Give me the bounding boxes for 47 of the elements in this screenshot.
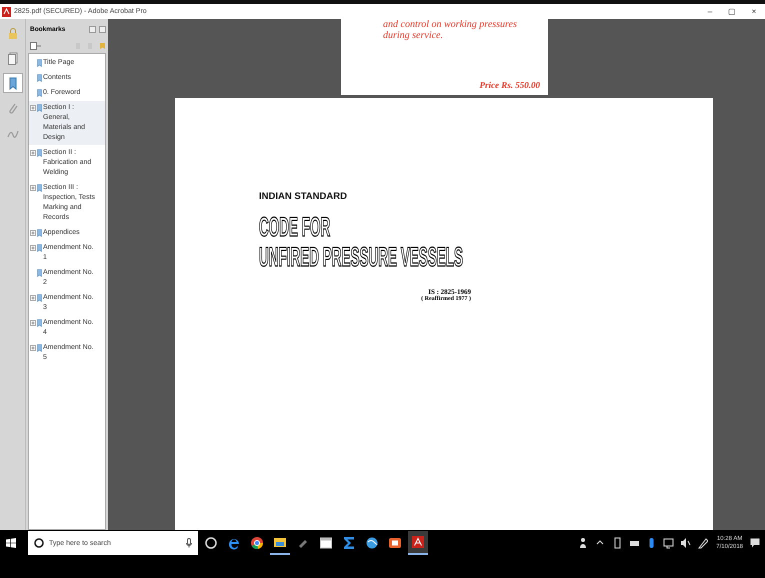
windows-icon[interactable] (6, 538, 16, 548)
bookmark-icon (37, 184, 42, 192)
options-icon[interactable] (30, 42, 41, 50)
acrobat-icon[interactable] (411, 535, 425, 549)
office-icon[interactable] (388, 536, 402, 550)
cortana-icon (34, 538, 44, 548)
maximize-button[interactable]: ▢ (721, 4, 743, 18)
expand-icon[interactable] (30, 185, 36, 191)
expand-icon[interactable] (30, 295, 36, 301)
expand-icon[interactable] (30, 345, 36, 351)
body-text: and control on working pressures (383, 19, 518, 30)
globe-icon[interactable] (365, 536, 379, 550)
task-view-icon[interactable] (204, 536, 218, 550)
price-text: Price Rs. 550.00 (480, 80, 540, 90)
people-icon[interactable] (578, 536, 589, 550)
battery-icon[interactable] (612, 536, 623, 550)
window-icon[interactable] (319, 536, 333, 550)
bookmark-icon (37, 344, 42, 352)
expand-icon[interactable] (30, 320, 36, 326)
bookmark-icon (37, 319, 42, 327)
expand-icon[interactable] (30, 105, 36, 111)
network-icon[interactable] (662, 536, 674, 550)
folder-icon[interactable] (273, 535, 287, 549)
sigma-icon[interactable] (342, 536, 356, 550)
pen-icon[interactable] (696, 536, 708, 550)
bookmark-icon (37, 269, 42, 277)
taskbar-app[interactable] (408, 531, 428, 555)
minimize-button[interactable]: – (699, 4, 721, 18)
pages-icon[interactable] (6, 52, 18, 64)
bookmark-icon (37, 294, 42, 302)
paperclip-icon[interactable] (6, 102, 18, 114)
panel-tab[interactable] (2, 73, 22, 93)
expand-icon[interactable] (30, 150, 36, 156)
document-title: UNFIRED PRESSURE VESSELS (259, 242, 464, 272)
close-button[interactable]: × (743, 4, 765, 18)
microphone-icon[interactable] (186, 538, 192, 548)
bookmark-icon[interactable] (6, 76, 18, 90)
body-text: during service. (383, 30, 444, 41)
document-title: CODE FOR (259, 212, 330, 242)
expand-icon[interactable] (30, 245, 36, 251)
edge-icon[interactable] (227, 536, 241, 550)
volume-icon[interactable] (680, 536, 691, 550)
expand-icon[interactable] (30, 230, 36, 236)
standard-label: INDIAN STANDARD (259, 191, 348, 202)
notification-icon[interactable] (750, 538, 760, 548)
bookmark-icon (37, 149, 42, 157)
chrome-icon[interactable] (250, 536, 264, 550)
